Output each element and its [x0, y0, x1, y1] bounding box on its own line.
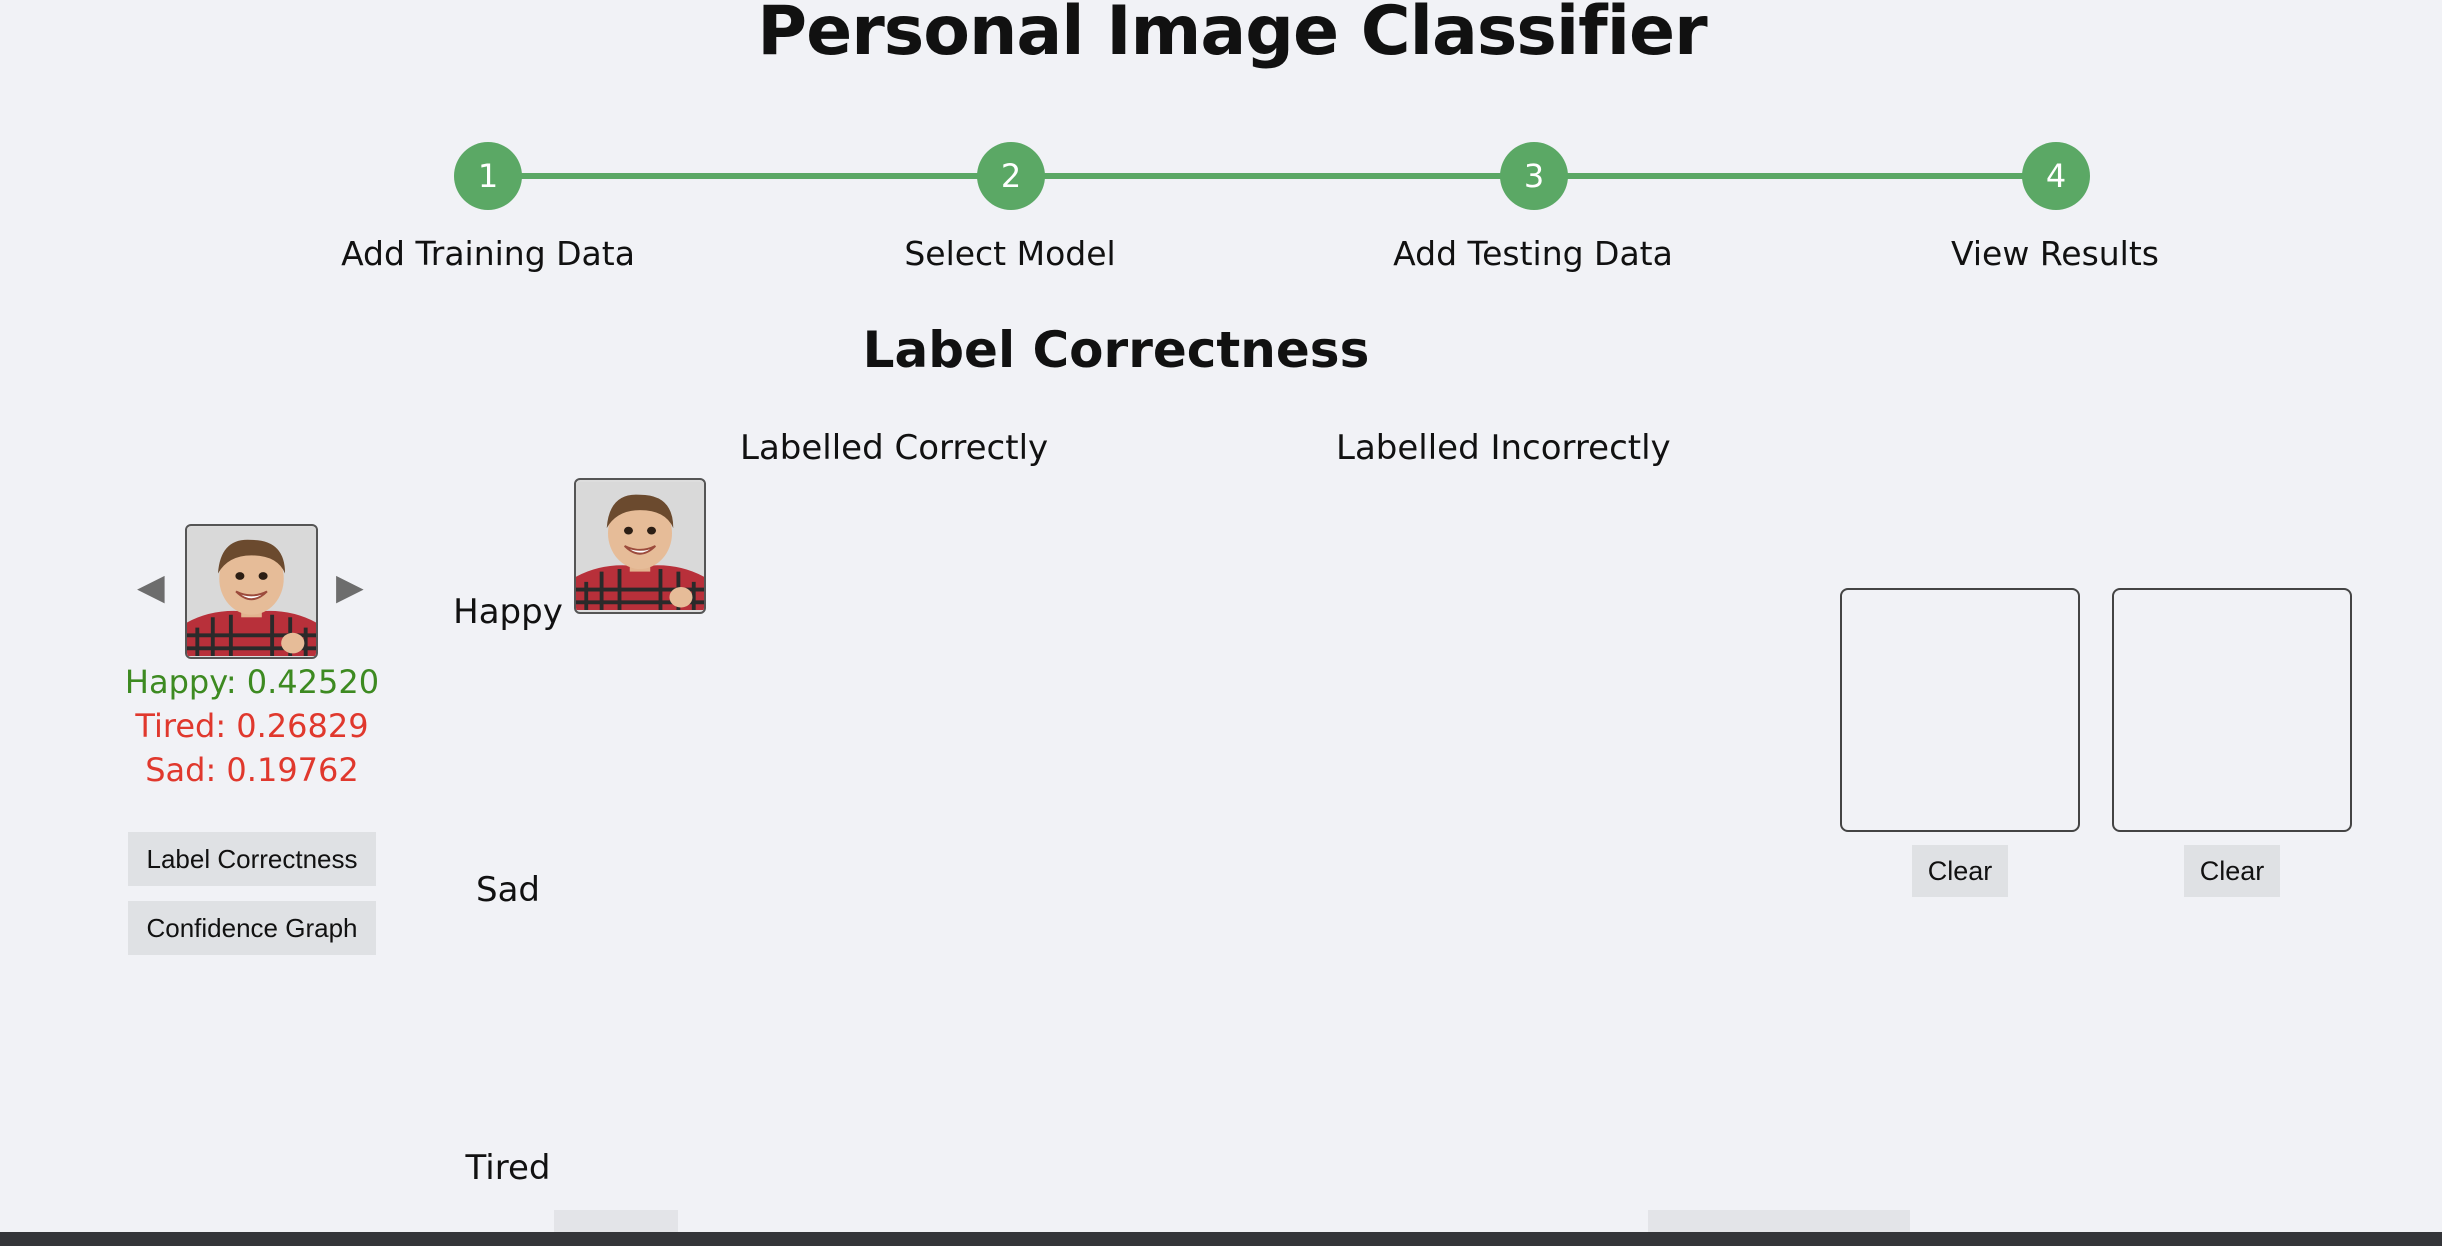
step-1-circle[interactable]: 1: [454, 142, 522, 210]
row-label-tired: Tired: [465, 1148, 551, 1188]
step-3-circle[interactable]: 3: [1500, 142, 1568, 210]
column-header-incorrect: Labelled Incorrectly: [1336, 428, 1671, 468]
partial-button-left[interactable]: [554, 1210, 678, 1234]
section-title: Label Correctness: [862, 321, 1370, 379]
confidence-graph-button[interactable]: Confidence Graph: [128, 901, 376, 955]
row-label-sad: Sad: [476, 870, 540, 910]
child-photo-image: [187, 526, 316, 657]
step-1-label: Add Training Data: [341, 234, 635, 273]
confidence-sad: Sad: 0.19762: [145, 751, 359, 789]
compare-drop-box-2[interactable]: [2112, 588, 2352, 832]
bottom-bar: [0, 1232, 2442, 1246]
step-4-label: View Results: [1951, 234, 2159, 273]
step-3-label: Add Testing Data: [1393, 234, 1673, 273]
child-photo-image: [576, 480, 704, 612]
prev-image-arrow-icon[interactable]: ◀: [137, 568, 165, 608]
clear-button-2[interactable]: Clear: [2184, 845, 2280, 897]
step-2-circle[interactable]: 2: [977, 142, 1045, 210]
label-correctness-button[interactable]: Label Correctness: [128, 832, 376, 886]
partial-button-right[interactable]: [1648, 1210, 1910, 1234]
compare-drop-box-1[interactable]: [1840, 588, 2080, 832]
step-4-circle[interactable]: 4: [2022, 142, 2090, 210]
current-test-image: [185, 524, 318, 659]
next-image-arrow-icon[interactable]: ▶: [336, 568, 364, 608]
happy-correct-thumbnail[interactable]: [574, 478, 706, 614]
column-header-correct: Labelled Correctly: [740, 428, 1049, 468]
app-title: Personal Image Classifier: [757, 0, 1707, 71]
clear-button-1[interactable]: Clear: [1912, 845, 2008, 897]
step-2-label: Select Model: [904, 234, 1116, 273]
stepper-progress-line: [488, 173, 2056, 179]
confidence-happy: Happy: 0.42520: [124, 663, 380, 701]
confidence-tired: Tired: 0.26829: [135, 707, 369, 745]
